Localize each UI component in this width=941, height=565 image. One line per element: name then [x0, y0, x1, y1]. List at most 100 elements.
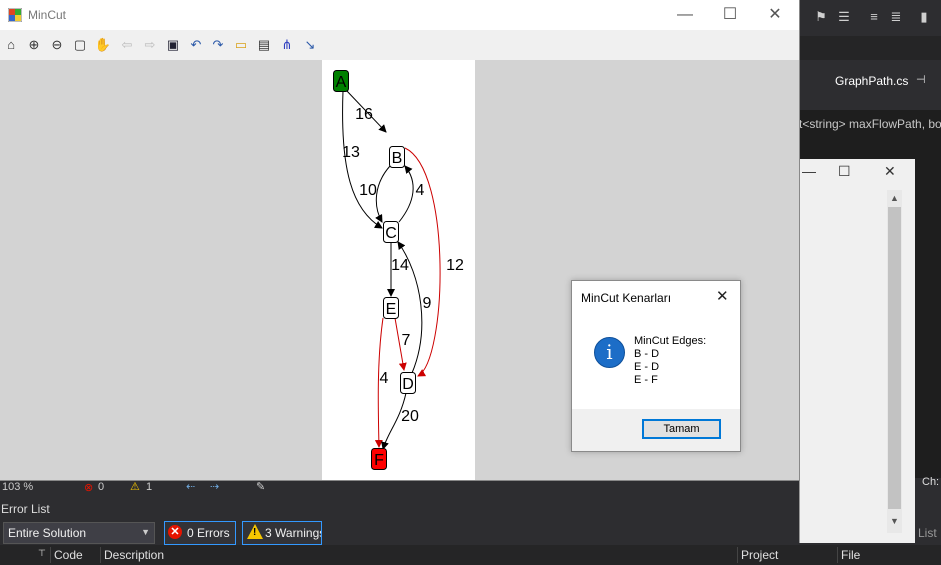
vs-layers-icon[interactable]: ☰ [837, 9, 851, 25]
close-icon[interactable]: ✕ [884, 163, 896, 180]
home-icon[interactable]: ⌂ [2, 36, 20, 54]
title-bar: MinCut — ☐ ✕ [0, 0, 799, 30]
edge-weight-label: 7 [402, 332, 411, 349]
minimize-icon[interactable]: — [802, 163, 816, 179]
viewer-toolbar: ⌂ ⊕ ⊖ ▢ ✋ ⇦ ⇨ ▣ ↶ ↷ ▭ ▤ ⋔ ↘ [0, 30, 799, 60]
node-label: F [374, 452, 384, 469]
column-code[interactable]: Code [54, 548, 83, 562]
chevron-down-icon: ▼ [141, 527, 150, 537]
brush-icon[interactable]: ✎ [256, 480, 265, 493]
column-project[interactable]: Project [741, 548, 778, 562]
node-b[interactable]: B [389, 146, 405, 168]
minimize-button[interactable]: — [662, 4, 708, 26]
warning-status-icon: ⚠ [130, 481, 140, 493]
node-label: C [385, 225, 397, 242]
column-description[interactable]: Description [104, 548, 164, 562]
errors-filter-button[interactable]: ✕ 0 Errors [164, 521, 236, 545]
vs-uncomment-icon[interactable]: ≣ [889, 9, 903, 25]
maximize-icon[interactable]: ☐ [838, 163, 851, 180]
message-line: E - F [634, 374, 658, 386]
edge-weight-label: 4 [380, 370, 389, 387]
node-e[interactable]: E [383, 297, 399, 319]
edge-weight-label: 12 [446, 257, 464, 274]
zoom-out-icon[interactable]: ⊖ [48, 36, 66, 54]
vs-status-bar: 103 % ⊗ 0 ⚠ 1 ⇠ ⇢ ✎ [0, 478, 320, 498]
node-label: E [386, 301, 397, 318]
scope-dropdown[interactable]: Entire Solution ▼ [3, 522, 155, 544]
back-arrow-icon[interactable]: ⇦ [118, 36, 136, 54]
forward-arrow-icon[interactable]: ⇨ [141, 36, 159, 54]
vs-bookmark-icon[interactable]: ⚑ [814, 9, 828, 25]
node-a[interactable]: A [333, 70, 349, 92]
edge-icon[interactable]: ↘ [301, 36, 319, 54]
edge-weight-label: 9 [423, 295, 432, 312]
graph-panel[interactable]: 16 13 10 4 12 14 9 7 4 20 A B C E D F [322, 60, 475, 480]
node-label: B [392, 150, 403, 167]
vs-toolbar: ⚑ ☰ ≡ ≣ ▮ [799, 0, 941, 36]
nav-forward-icon[interactable]: ⇢ [210, 480, 219, 493]
scroll-down-icon[interactable]: ▼ [890, 516, 899, 526]
vs-code-text: t<string> maxFlowPath, bo [799, 117, 941, 131]
edge-weight-label: 20 [401, 408, 419, 425]
node-c[interactable]: C [383, 221, 399, 243]
zoom-level[interactable]: 103 % [2, 481, 33, 493]
error-icon: ✕ [168, 525, 182, 539]
scroll-up-icon[interactable]: ▲ [890, 193, 899, 203]
column-file[interactable]: File [841, 548, 860, 562]
info-icon: i [594, 337, 625, 368]
vs-code-line: t<string> maxFlowPath, bo [799, 110, 941, 138]
warnings-filter-button[interactable]: ! 3 Warnings [242, 521, 322, 545]
edge-weight-label: 16 [355, 106, 373, 123]
warning-icon: ! [247, 524, 263, 539]
pin-icon[interactable]: ⊣ [916, 73, 926, 86]
zoom-rect-icon[interactable]: ▢ [71, 36, 89, 54]
mincut-message-box: MinCut Kenarları ✕ i MinCut Edges: B - D… [571, 280, 741, 452]
scrollbar-thumb[interactable] [888, 207, 901, 509]
ok-button[interactable]: Tamam [642, 419, 721, 439]
maximize-button[interactable]: ☐ [707, 4, 753, 26]
node-f[interactable]: F [371, 448, 387, 470]
vs-flag-icon[interactable]: ▮ [917, 9, 931, 25]
edge-weight-label: 10 [359, 182, 377, 199]
save-icon[interactable]: ▣ [164, 36, 182, 54]
print-icon[interactable]: ▤ [255, 36, 273, 54]
pan-hand-icon[interactable]: ✋ [94, 36, 112, 54]
node-label: A [336, 74, 347, 91]
vs-comment-icon[interactable]: ≡ [867, 9, 881, 25]
error-list-title: Error List [1, 502, 50, 516]
graph-svg[interactable]: 16 13 10 4 12 14 9 7 4 20 A B C E D F [322, 60, 475, 480]
close-button[interactable]: ✕ [752, 4, 798, 26]
dialog-close-icon[interactable]: ✕ [716, 287, 729, 305]
vs-status-column: Ch: [922, 476, 940, 488]
undo-icon[interactable]: ↶ [187, 36, 205, 54]
scope-value: Entire Solution [8, 526, 87, 540]
layout-icon[interactable]: ⋔ [278, 36, 296, 54]
vs-editor-tab[interactable]: GraphPath.cs ⊣ [820, 62, 941, 100]
message-line: E - D [634, 361, 660, 373]
redo-icon[interactable]: ↷ [209, 36, 227, 54]
warnings-filter-label: 3 Warnings [265, 526, 322, 540]
filter-icon[interactable]: ⊤ [38, 548, 46, 559]
vs-tab-strip [799, 36, 941, 60]
error-status-count: 0 [98, 481, 105, 493]
node-d[interactable]: D [400, 372, 416, 394]
warning-status-count: 1 [146, 481, 153, 493]
dialog-message: MinCut Edges: B - D E - D E - F [634, 335, 706, 387]
edge-c-b[interactable] [398, 165, 414, 223]
dialog-title: MinCut Kenarları [581, 291, 672, 305]
edge-weight-label: 4 [416, 182, 425, 199]
error-list-header: ⊤ Code Description Project File [0, 545, 941, 565]
nav-back-icon[interactable]: ⇠ [186, 480, 195, 493]
message-line: B - D [634, 348, 660, 360]
open-folder-icon[interactable]: ▭ [232, 36, 250, 54]
app-icon [8, 8, 22, 22]
edge-weight-label: 13 [342, 144, 360, 161]
message-line: MinCut Edges: [634, 335, 707, 347]
zoom-in-icon[interactable]: ⊕ [25, 36, 43, 54]
node-label: D [402, 376, 414, 393]
errors-filter-label: 0 Errors [187, 526, 230, 540]
window-title: MinCut [28, 8, 67, 22]
vs-tab-label: GraphPath.cs [835, 74, 909, 88]
error-status-icon: ⊗ [84, 482, 94, 494]
edge-b-c[interactable] [375, 165, 391, 223]
